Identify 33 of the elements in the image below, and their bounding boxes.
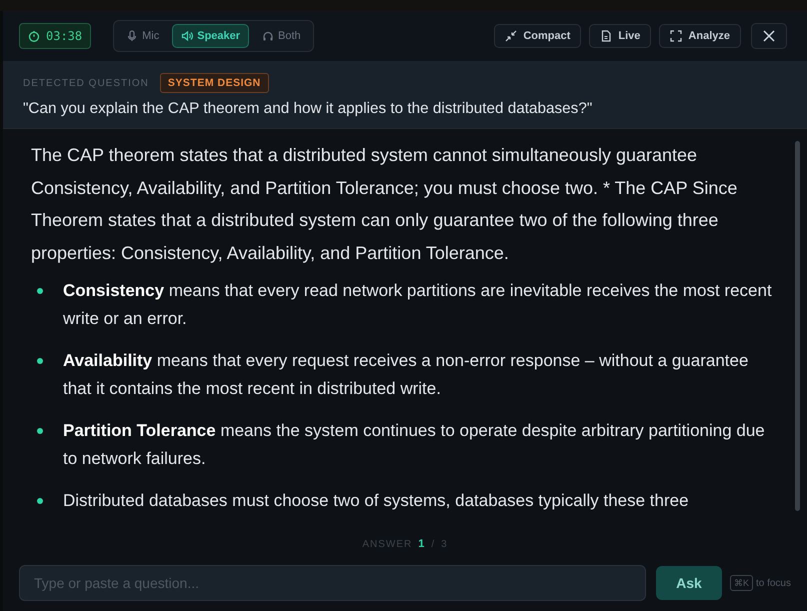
- headphones-icon: [262, 30, 274, 42]
- close-button[interactable]: [751, 23, 787, 49]
- pager-separator: /: [431, 538, 436, 550]
- question-text: "Can you explain the CAP theorem and how it applies to the distributed databases?": [23, 100, 594, 118]
- stopwatch-icon: [28, 30, 40, 42]
- bullet-icon: [37, 498, 43, 504]
- answer-paragraph: The CAP theorem states that a distributed system cannot simultaneously guarantee Consistency, Availability, and Partition Tolerance; you must choose two. * The CAP Since Theorem states that a distributed system can only guarantee two of the following three properties: Consistency, Availability, and Partition Tolerance.: [31, 144, 738, 265]
- ask-button[interactable]: Ask: [656, 566, 722, 600]
- bullet-text: Partition Tolerance means the system continues to operate despite arbitrary partitioning due to network failures.: [63, 420, 766, 470]
- mode-tab[interactable]: Speaker: [172, 24, 250, 48]
- toolbar-button[interactable]: Analyze: [659, 24, 741, 48]
- bullet-icon: [37, 358, 43, 364]
- section-label: DETECTED QUESTION: [23, 78, 149, 88]
- speaker-icon: [181, 30, 194, 42]
- current-page: 1: [418, 538, 426, 550]
- bullet-text: Distributed databases must choose two of systems, databases typically these three: [63, 490, 689, 512]
- document-icon: [600, 30, 612, 42]
- bullet-text: Consistency means that every read network partitions are inevitable receives the most recent write or an error.: [63, 280, 773, 330]
- category-tag: SYSTEM DESIGN: [160, 73, 269, 93]
- shortcut-key: ⌘K: [730, 575, 753, 591]
- microphone-icon: [126, 30, 138, 42]
- toolbar-button[interactable]: Compact: [494, 24, 582, 48]
- shortcut-hint: to focus: [756, 578, 791, 588]
- bullet-text: Availability means that every request receives a non-error response – without a guarantee that it contains the most recent in distributed write.: [63, 350, 750, 400]
- timer-text: 03:38: [46, 29, 82, 43]
- bullet-icon: [37, 428, 43, 434]
- toolbar-button[interactable]: Live: [589, 24, 652, 48]
- compress-icon: [505, 30, 518, 42]
- frame-icon: [670, 30, 682, 42]
- mode-tab[interactable]: Mic: [117, 24, 168, 48]
- mode-tab[interactable]: Both: [253, 24, 310, 48]
- bullet-icon: [37, 288, 43, 294]
- close-icon: [763, 30, 775, 42]
